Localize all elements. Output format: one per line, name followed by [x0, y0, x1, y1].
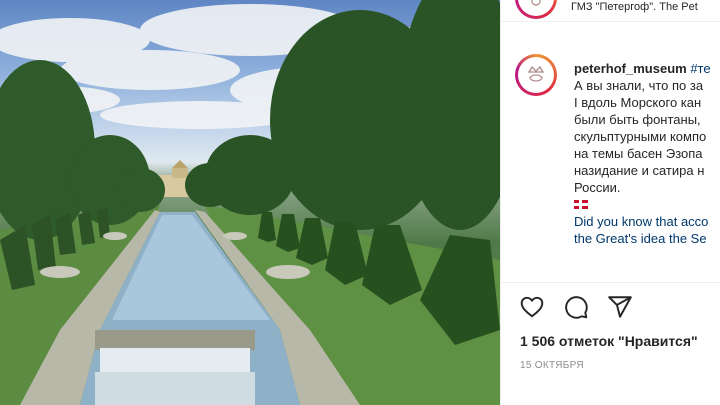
post-sidebar: ГМЗ "Петергоф". The Pet peterhof_museum …	[500, 0, 720, 405]
post-header: ГМЗ "Петергоф". The Pet	[501, 0, 720, 22]
hashtag-link[interactable]: #те	[690, 61, 710, 76]
uk-flag-icon	[574, 200, 588, 209]
share-icon[interactable]	[607, 294, 633, 320]
caption-line: на темы басен Эзопа	[574, 146, 703, 161]
caption-line: России.	[574, 180, 621, 195]
location-avatar[interactable]	[515, 0, 557, 19]
comment-icon[interactable]	[563, 294, 589, 320]
likes-count[interactable]: 1 506 отметок "Нравится"	[520, 333, 698, 349]
location-link[interactable]: ГМЗ "Петергоф". The Pet	[571, 1, 698, 13]
caption-line: I вдоль Морского кан	[574, 95, 702, 110]
crown-logo-icon	[518, 57, 554, 93]
crown-logo-icon	[518, 0, 554, 16]
divider	[501, 282, 720, 283]
author-avatar[interactable]	[515, 54, 557, 96]
caption-en-line: the Great's idea the Se	[574, 231, 707, 246]
heart-icon[interactable]	[519, 294, 545, 320]
caption-line: были быть фонтаны,	[574, 112, 701, 127]
post-photo[interactable]	[0, 0, 500, 405]
caption-line: скульптурными компо	[574, 129, 707, 144]
username-link[interactable]: peterhof_museum	[574, 61, 687, 76]
post-actions	[519, 294, 633, 320]
post-date[interactable]: 15 ОКТЯБРЯ	[520, 360, 584, 371]
caption-line: назидание и сатира н	[574, 163, 705, 178]
caption-line: А вы знали, что по за	[574, 78, 704, 93]
photo-scene	[0, 0, 500, 405]
caption-en-line: Did you know that acco	[574, 214, 709, 229]
post-caption: peterhof_museum #те А вы знали, что по з…	[574, 60, 720, 247]
